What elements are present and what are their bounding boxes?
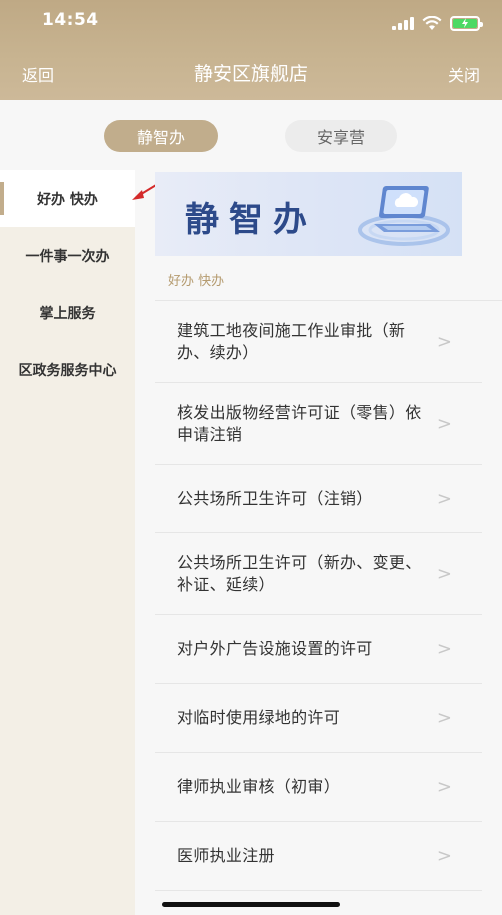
home-indicator <box>162 902 340 907</box>
service-label: 公共场所卫生许可（注销） <box>177 488 373 508</box>
sidebar-item-haoban-kuaiban[interactable]: 好办 快办 <box>0 170 135 227</box>
chevron-right-icon: > <box>436 331 452 352</box>
status-bar: 14:54 <box>0 0 502 44</box>
service-list: 建筑工地夜间施工作业审批（新办、续办） > 核发出版物经营许可证（零售）依申请注… <box>155 301 482 891</box>
tab-anxiangying[interactable]: 安享营 <box>285 120 397 152</box>
service-label: 对临时使用绿地的许可 <box>177 708 341 727</box>
chevron-right-icon: > <box>436 563 452 584</box>
wifi-icon <box>422 15 442 31</box>
sidebar-item-zhengwu-zhongxin[interactable]: 区政务服务中心 <box>0 341 135 398</box>
chevron-right-icon: > <box>436 488 452 509</box>
sidebar-item-zhangshang-fuwu[interactable]: 掌上服务 <box>0 284 135 341</box>
service-label: 公共场所卫生许可（新办、变更、补证、延续） <box>177 552 422 594</box>
sidebar-item-label: 一件事一次办 <box>25 248 110 265</box>
app-header: 14:54 返回 静安区旗舰店 关闭 <box>0 0 502 100</box>
battery-icon <box>450 15 483 31</box>
chevron-right-icon: > <box>436 707 452 729</box>
sidebar-item-yijianshi[interactable]: 一件事一次办 <box>0 227 135 284</box>
chevron-right-icon: > <box>436 845 452 867</box>
segmented-tabs: 静智办 安享营 <box>0 118 502 154</box>
status-icons <box>392 13 483 33</box>
sidebar-item-label: 区政务服务中心 <box>18 362 117 379</box>
nav-bar: 返回 静安区旗舰店 关闭 <box>0 44 502 100</box>
chevron-right-icon: > <box>436 413 452 434</box>
service-banner[interactable]: 静智办 <box>155 172 462 256</box>
service-label: 核发出版物经营许可证（零售）依申请注销 <box>177 402 422 444</box>
service-label: 对户外广告设施设置的许可 <box>177 639 373 658</box>
close-button[interactable]: 关闭 <box>448 62 480 86</box>
laptop-cloud-icon <box>358 186 450 246</box>
service-label: 医师执业注册 <box>177 846 275 865</box>
list-item[interactable]: 公共场所卫生许可（新办、变更、补证、延续） > <box>155 533 482 615</box>
list-item[interactable]: 建筑工地夜间施工作业审批（新办、续办） > <box>155 301 482 383</box>
banner-title: 静智办 <box>185 200 317 240</box>
page-title: 静安区旗舰店 <box>193 63 308 85</box>
status-time: 14:54 <box>42 10 99 30</box>
section-title: 好办 快办 <box>168 274 225 289</box>
chevron-right-icon: > <box>436 776 452 798</box>
list-item[interactable]: 核发出版物经营许可证（零售）依申请注销 > <box>155 383 482 465</box>
category-sidebar: 好办 快办 一件事一次办 掌上服务 区政务服务中心 <box>0 170 135 915</box>
service-label: 律师执业审核（初审） <box>177 777 341 796</box>
chevron-right-icon: > <box>436 638 452 660</box>
tab-jingzhiban[interactable]: 静智办 <box>104 120 218 152</box>
sidebar-item-label: 好办 快办 <box>37 191 98 208</box>
list-item[interactable]: 对户外广告设施设置的许可 > <box>155 615 482 684</box>
list-item[interactable]: 公共场所卫生许可（注销） > <box>155 465 482 533</box>
signal-icon <box>392 16 414 30</box>
list-item[interactable]: 对临时使用绿地的许可 > <box>155 684 482 753</box>
sidebar-item-label: 掌上服务 <box>39 305 96 322</box>
list-item[interactable]: 律师执业审核（初审） > <box>155 753 482 822</box>
service-label: 建筑工地夜间施工作业审批（新办、续办） <box>177 320 406 362</box>
list-item[interactable]: 医师执业注册 > <box>155 822 482 891</box>
